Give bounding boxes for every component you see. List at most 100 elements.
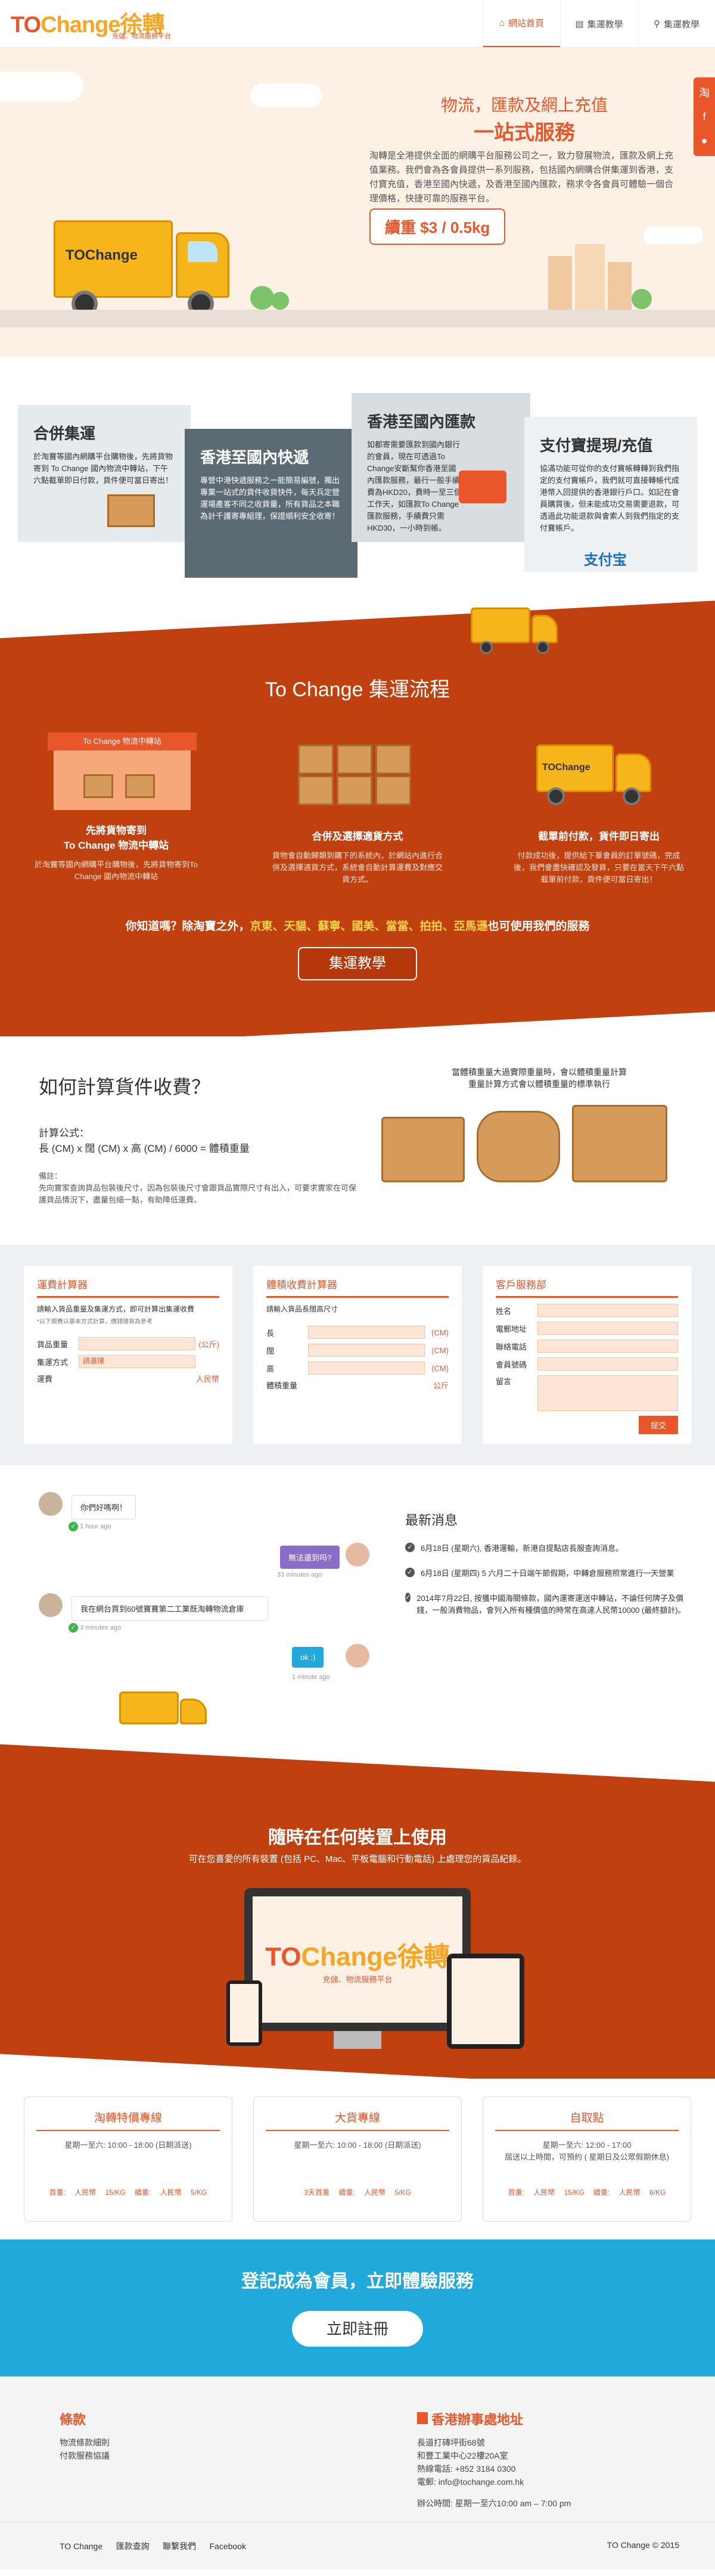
member-id-field[interactable] bbox=[537, 1357, 678, 1370]
office-title: 香港辦事處地址 bbox=[417, 2409, 523, 2428]
height-input[interactable] bbox=[308, 1362, 425, 1375]
tool-hint: *以下規費以基本方式計算，價錢隨貨為參考 bbox=[37, 1319, 153, 1325]
terms-link[interactable]: 物流條款細則 bbox=[60, 2436, 110, 2449]
length-input[interactable] bbox=[308, 1326, 425, 1339]
header: TOChange徐轉 充儲、物流服務平台 ⌂ 網站首頁 ▤ 集運教學 ⚲ 集運教學 bbox=[0, 0, 715, 48]
bottom-bar: TO Change 匯款查詢 聯繫我們 Facebook TO Change ©… bbox=[0, 2522, 715, 2569]
service-text: 協滿功能可從你的支付寶帳轉轉到我們指定的支付寶帳戶，我們就可直接轉帳代成港幣入回… bbox=[540, 464, 680, 532]
name-field[interactable] bbox=[537, 1304, 678, 1317]
branch-hours: 星期一至六: 12:00 - 17:00 屆送以上時間，可預約 ( 星期日及公眾… bbox=[505, 2141, 669, 2161]
avatar bbox=[39, 1593, 63, 1617]
calc-note: 當體積重量大過實際重量時，會以體積重量計算 重量計算方式會以體積重量的標準執行 bbox=[452, 1067, 627, 1089]
box-illustration bbox=[477, 1111, 560, 1182]
taobao-icon[interactable]: 淘 bbox=[694, 81, 715, 105]
branches-section: 淘轉特價專線 星期一至六: 10:00 - 18:00 (日期派送) 首重: 人… bbox=[0, 2079, 715, 2239]
branch-price: 首重: 人民幣 15/KG 續重: 人民幣 5/KG bbox=[49, 2188, 207, 2197]
tutorial-button[interactable]: 集運教學 bbox=[298, 947, 417, 980]
step-title: 截單前付款，貨件即日寄出 bbox=[538, 831, 660, 842]
building-decoration bbox=[608, 262, 632, 310]
step-text: 貨物會自動歸類到購下的系統內，於網站內進行合併及選擇適貨方式，系統會自動計算運費… bbox=[272, 851, 443, 884]
location-pin-icon: ⚲ bbox=[653, 19, 660, 29]
process-section: To Change 集運流程 To Change 物流中轉站 TOChange … bbox=[0, 584, 715, 1036]
phone-field[interactable] bbox=[537, 1340, 678, 1353]
bottom-link[interactable]: 聯繫我們 bbox=[163, 2541, 196, 2551]
step-title: 合併及選擇適貨方式 bbox=[312, 831, 403, 842]
devices-section: 隨時在任何裝置上使用 可在您喜愛的所有裝置 (包括 PC、Mac、平板電腦和行動… bbox=[0, 1733, 715, 2079]
calc-title: 如何計算貨件收費？ bbox=[39, 1076, 211, 1098]
hero-price-badge: 續重 $3 / 0.5kg bbox=[369, 208, 506, 245]
service-text: 如都寄需要匯款到國內銀行的會員，現在可透過To Change安斷幫你香港至國內匯… bbox=[367, 440, 462, 532]
service-card: 支付寶提現/充值 協滿功能可從你的支付寶帳轉轉到我們指定的支付寶帳戶，我們就可直… bbox=[524, 417, 697, 572]
facebook-icon[interactable]: f bbox=[694, 105, 715, 129]
office-phone: 熱線電話: +852 3184 0300 bbox=[417, 2464, 516, 2474]
service-text: 專營中港快遞服務之一能簡易編號，獨出專業一站式的貨件收貨快件，每天兵定營運場產客… bbox=[200, 476, 340, 521]
calculator-tools-section: 運費計算器 請輸入貨品重量及集運方式，即可計算出集運收費 *以下規費以基本方式計… bbox=[0, 1245, 715, 1465]
weibo-icon[interactable]: ● bbox=[694, 129, 715, 152]
nav-item-tutorial[interactable]: ▤ 集運教學 bbox=[560, 0, 638, 47]
news-list: ✓ 6月18日 (星期六), 香港運輸，新港自提點店長服查詢消息。 ✓ 6月18日 … bbox=[405, 1543, 691, 1630]
branch-price: 3天首重 續重: 人民幣 5/KG bbox=[304, 2188, 411, 2197]
bottom-link[interactable]: TO Change bbox=[60, 2541, 102, 2551]
bottom-link[interactable]: Facebook bbox=[209, 2541, 245, 2551]
weight-input[interactable] bbox=[79, 1337, 195, 1350]
nav-item-label: 集運教學 bbox=[587, 19, 623, 30]
fee-calculation-section: 如何計算貨件收費？ 當體積重量大過實際重量時，會以體積重量計算 重量計算方式會以… bbox=[0, 1036, 715, 1245]
terms-link[interactable]: 付款服務協議 bbox=[60, 2449, 110, 2462]
tool-title: 體積收費計算器 bbox=[266, 1276, 449, 1298]
register-button[interactable]: 立即註冊 bbox=[292, 2311, 423, 2347]
chat-news-section: 你們好嗎啊！ ✓ 1 hour ago 無法還到吗? 33 minutes ag… bbox=[0, 1465, 715, 1733]
chat-message: 無法還到吗? bbox=[280, 1546, 340, 1569]
hero-subtitle: 一站式服務 bbox=[474, 122, 575, 144]
branch-hours: 星期一至六: 10:00 - 18:00 (日期派送) bbox=[64, 2141, 192, 2150]
news-item[interactable]: ✓ 6月18日 (星期六), 香港運輸，新港自提點店長服查詢消息。 bbox=[405, 1543, 691, 1555]
service-title: 香港至國內快遞 bbox=[200, 448, 309, 466]
office-address: 長道打磚坪街68號 和豐工業中心22樓20A室 熱線電話: +852 3184 … bbox=[417, 2436, 571, 2510]
branch-price: 首重: 人民幣 15/KG 續重: 人民幣 6/KG bbox=[508, 2188, 666, 2197]
width-input[interactable] bbox=[308, 1344, 425, 1357]
box-illustration bbox=[381, 1117, 465, 1182]
check-icon: ✓ bbox=[405, 1543, 415, 1552]
tool-desc: 請輸入貨品長闊高尺寸 bbox=[266, 1305, 338, 1313]
step-text: 付款成功後，提供給下單會員的訂單號碼，完成後，我們會盡快確認及發貨，只要在當天下… bbox=[513, 851, 684, 884]
service-text: 於淘寶等國內網購平台購物後，先將貨物寄到 To Change 國內物流中轉站，下… bbox=[33, 452, 173, 485]
register-banner: 登記成為會員，立即體驗服務 立即註冊 bbox=[0, 2239, 715, 2376]
shipping-method-select[interactable]: 請選擇 bbox=[79, 1355, 195, 1368]
nav-item-label: 集運教學 bbox=[663, 19, 700, 30]
service-card: 合併集運 於淘寶等國內網購平台購物後，先將貨物寄到 To Change 國內物流… bbox=[18, 405, 191, 542]
office-email[interactable]: 電郵: info@tochange.com.hk bbox=[417, 2475, 571, 2488]
formula: 計算公式：長 (CM) x 闊 (CM) x 高 (CM) / 6000 = 體… bbox=[39, 1127, 250, 1154]
hero-section: TOChange 物流，匯款及網上充值 一站式服務 淘轉是全港提供全面的網購平台… bbox=[0, 48, 715, 357]
delivery-truck-illustration: TOChange bbox=[536, 745, 655, 810]
nav-item-label: 網站首頁 bbox=[508, 18, 545, 29]
building-icon bbox=[417, 2412, 428, 2424]
email-field[interactable] bbox=[537, 1322, 678, 1335]
monitor-illustration: TOChange徐轉 充儲、物流服務平台 bbox=[244, 1888, 471, 2031]
service-title: 合併集運 bbox=[33, 425, 96, 443]
tool-title: 客戶服務部 bbox=[496, 1276, 678, 1298]
boxes-illustration bbox=[286, 733, 417, 816]
submit-button[interactable]: 提交 bbox=[638, 1416, 678, 1434]
news-item[interactable]: ✓ 6月18日 (星期四) 5 六月二十日端午節假期，中轉倉服務照常進行一天營業 bbox=[405, 1568, 691, 1580]
chat-message: 我在網台買到60號寶寶第二工業既淘轉物流倉庫 bbox=[72, 1596, 268, 1621]
alipay-logo: 支付宝 bbox=[584, 552, 627, 568]
logo-tagline: 充儲、物流服務平台 bbox=[112, 33, 171, 40]
calc-remark: 備註： 先向實家查詢貨品包裝後尺寸，因為包裝後尺寸會跟貨品實際尺寸有出入，可要求實… bbox=[39, 1172, 357, 1204]
tree-decoration bbox=[271, 292, 289, 310]
branch-name: 大貨專線 bbox=[266, 2109, 449, 2131]
road bbox=[0, 310, 715, 328]
check-icon: ✓ bbox=[405, 1593, 411, 1602]
box-illustration bbox=[572, 1105, 667, 1182]
footer: 條款 物流條款細則 付款服務協議 香港辦事處地址 長道打磚坪街68號 和豐工業中… bbox=[0, 2376, 715, 2522]
step-text: 於淘寶等國內網購平台購物後，先將貨物寄到To Change 國內物流中轉站 bbox=[35, 860, 198, 881]
nav-item-home[interactable]: ⌂ 網站首頁 bbox=[483, 0, 560, 47]
tree-decoration bbox=[250, 286, 274, 310]
process-step: 截單前付款，貨件即日寄出 付款成功後，提供給下單會員的訂單號碼，完成後，我們會盡… bbox=[512, 828, 685, 886]
message-field[interactable] bbox=[537, 1375, 678, 1411]
delivery-truck-illustration bbox=[119, 1692, 214, 1733]
cloud-decoration bbox=[644, 226, 703, 244]
service-title: 支付寶提現/充值 bbox=[540, 437, 653, 454]
nav-item-tutorial-2[interactable]: ⚲ 集運教學 bbox=[638, 0, 715, 47]
building-decoration bbox=[575, 244, 605, 310]
news-item[interactable]: ✓ 2014年7月22日, 按獲中國海關條款，國內運寄運送中轉站，不論任何牌子及價… bbox=[405, 1593, 691, 1616]
bottom-link[interactable]: 匯款查詢 bbox=[116, 2541, 150, 2551]
